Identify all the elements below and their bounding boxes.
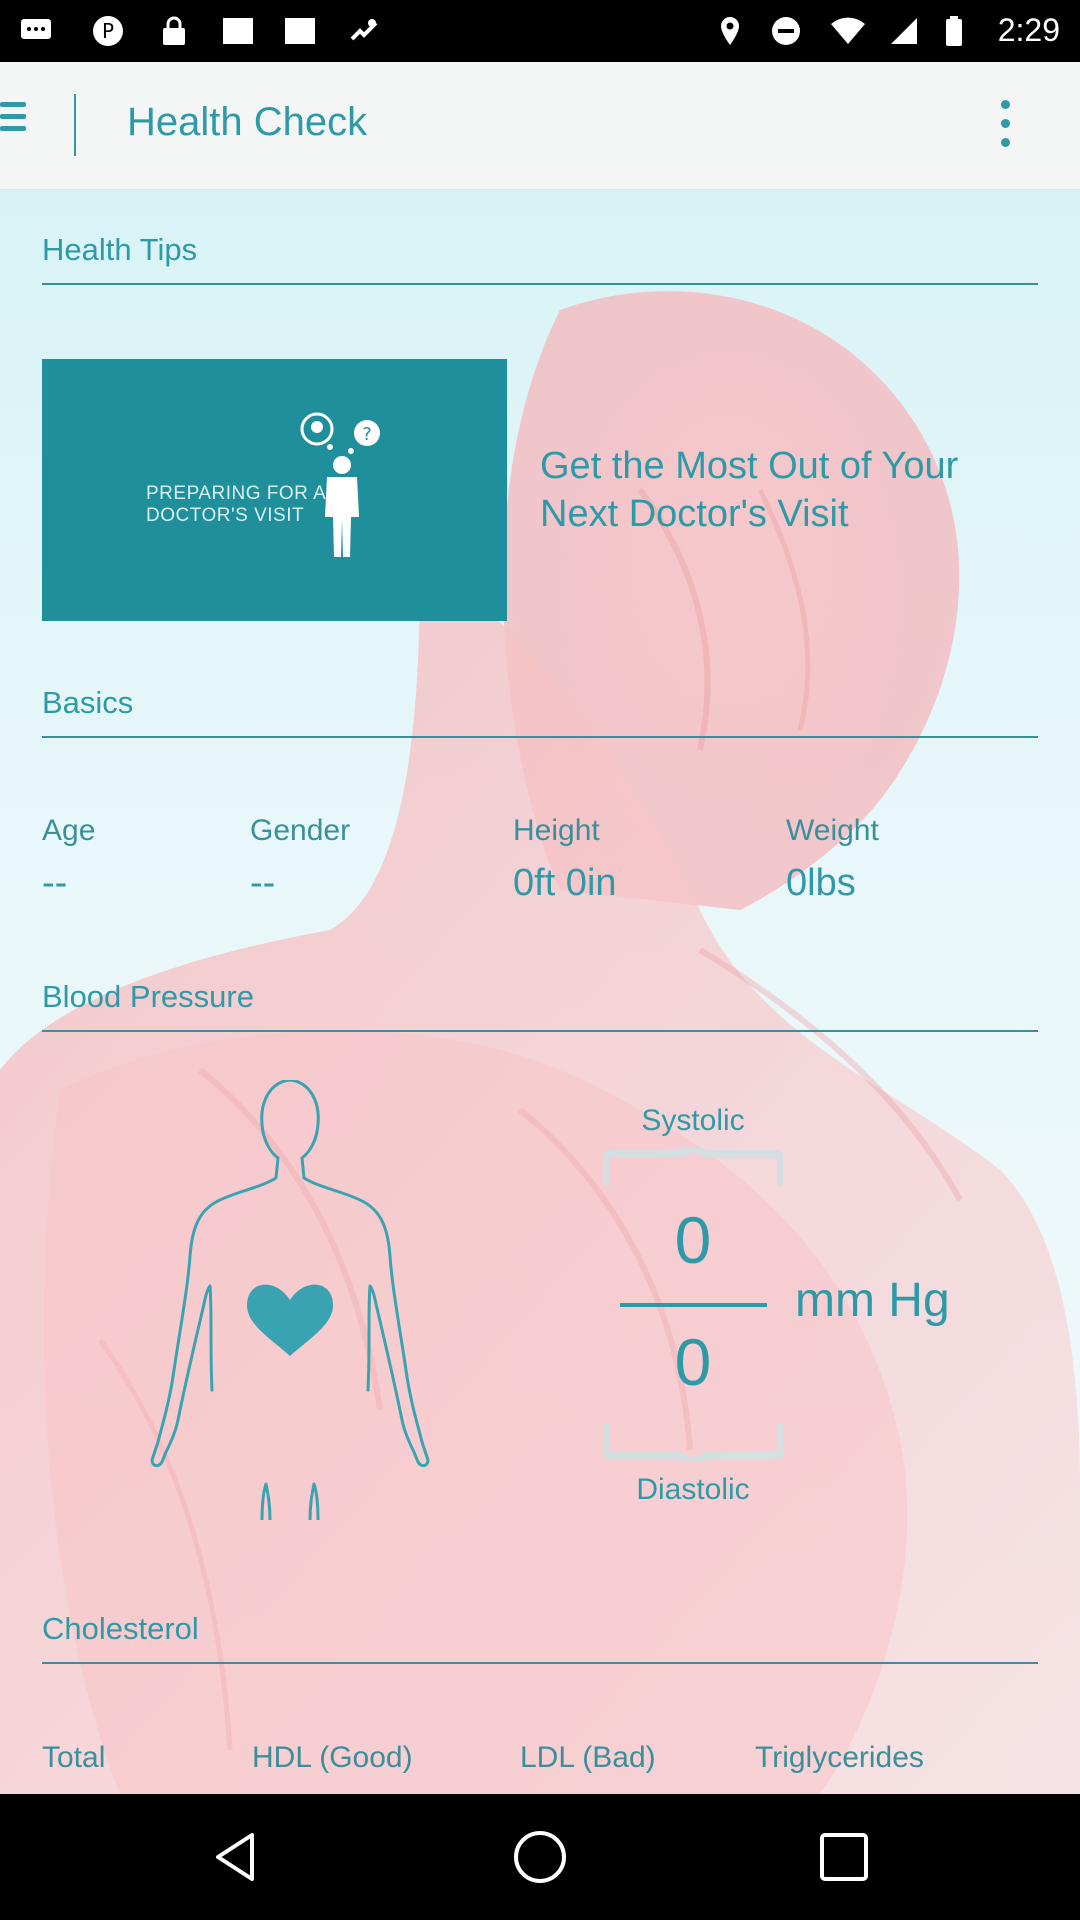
more-options-icon[interactable]: [990, 98, 1020, 154]
diastolic-label: Diastolic: [636, 1473, 750, 1506]
height-value[interactable]: 0ft 0in: [513, 862, 617, 905]
bp-fraction-line: [620, 1303, 767, 1307]
messages-icon: [18, 13, 54, 49]
pinterest-icon: P: [90, 13, 126, 49]
back-icon[interactable]: [206, 1827, 266, 1887]
diastolic-down-icon[interactable]: [603, 1422, 783, 1462]
gender-value[interactable]: --: [250, 862, 275, 905]
person-question-icon: ?: [300, 412, 380, 557]
cholesterol-triglycerides-label: Triglycerides: [755, 1741, 924, 1774]
height-label: Height: [513, 814, 600, 847]
health-tip-card-image[interactable]: PREPARING FOR A DOCTOR'S VISIT ?: [42, 359, 507, 621]
cholesterol-heading: Cholesterol: [42, 1611, 199, 1646]
health-tip-title[interactable]: Get the Most Out of Your Next Doctor's V…: [540, 442, 1040, 538]
cholesterol-ldl-label: LDL (Bad): [520, 1741, 656, 1774]
systolic-value[interactable]: 0: [623, 1202, 763, 1278]
diastolic-value[interactable]: 0: [623, 1324, 763, 1400]
menu-icon[interactable]: [0, 100, 40, 150]
do-not-disturb-icon: [768, 13, 804, 49]
weight-value[interactable]: 0lbs: [786, 862, 856, 905]
wifi-icon: [830, 13, 866, 49]
cholesterol-divider: [42, 1662, 1038, 1664]
gender-label: Gender: [250, 814, 351, 847]
body-outline-image: [150, 1080, 430, 1520]
cholesterol-total-label: Total: [42, 1741, 106, 1774]
status-time: 2:29: [997, 12, 1060, 48]
health-tips-divider: [42, 283, 1038, 285]
svg-text:P: P: [102, 19, 114, 43]
blood-pressure-divider: [42, 1030, 1038, 1032]
basics-heading: Basics: [42, 685, 134, 720]
navigation-bar: [0, 1794, 1080, 1920]
svg-text:?: ?: [362, 424, 372, 445]
signal-icon: [886, 13, 922, 49]
location-icon: [712, 13, 748, 49]
page-title: Health Check: [127, 100, 368, 144]
weight-label: Weight: [786, 814, 879, 847]
fake-gps-icon: [346, 13, 382, 49]
systolic-label: Systolic: [641, 1104, 745, 1137]
home-icon[interactable]: [510, 1827, 570, 1887]
bp-unit: mm Hg: [795, 1274, 950, 1327]
age-label: Age: [42, 814, 96, 847]
status-bar: P 2:29: [0, 0, 1080, 62]
cholesterol-hdl-label: HDL (Good): [252, 1741, 413, 1774]
heart-icon: [246, 1284, 334, 1356]
systolic-up-icon[interactable]: [603, 1148, 783, 1188]
age-value[interactable]: --: [42, 862, 67, 905]
battery-icon: [936, 13, 972, 49]
basics-divider: [42, 736, 1038, 738]
main-content[interactable]: Health Tips PREPARING FOR A DOCTOR'S VIS…: [0, 190, 1080, 1794]
image-icon: [220, 13, 256, 49]
lock-icon: [156, 13, 192, 49]
app-bar: Health Check: [0, 62, 1080, 190]
title-divider: [74, 94, 76, 156]
blood-pressure-heading: Blood Pressure: [42, 979, 254, 1014]
recent-apps-icon[interactable]: [814, 1827, 874, 1887]
image-icon: [282, 13, 318, 49]
health-tips-heading: Health Tips: [42, 232, 198, 267]
